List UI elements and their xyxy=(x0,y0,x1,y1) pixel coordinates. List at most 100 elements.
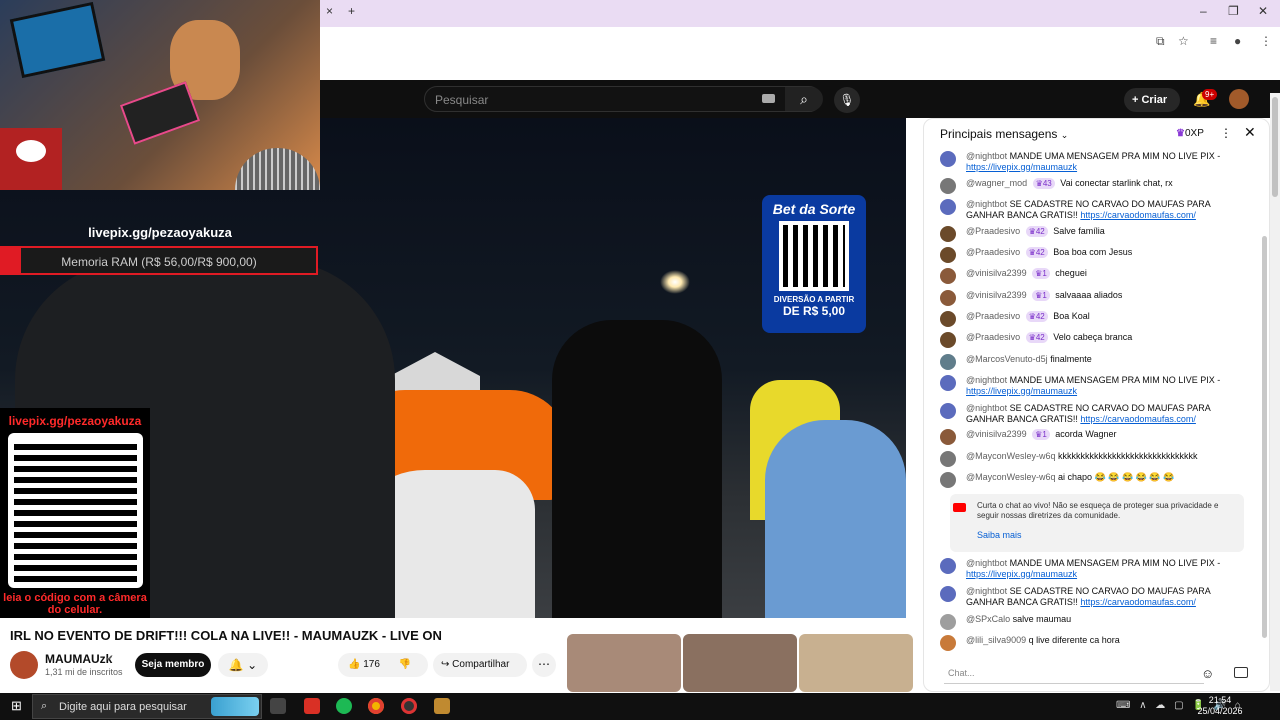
minimize-button[interactable]: – xyxy=(1200,4,1207,18)
search-button[interactable]: ⌕ xyxy=(785,87,823,111)
address-bar[interactable]: ⧉ ☆ ≡ ● ⋮ xyxy=(320,27,1280,57)
chat-author-name[interactable]: @MayconWesley-w6q xyxy=(966,472,1058,482)
chat-author-avatar[interactable] xyxy=(940,199,956,215)
dislike-icon[interactable]: 👎 xyxy=(399,659,411,670)
bookmark-star-icon[interactable]: ☆ xyxy=(1178,34,1189,48)
chat-author-name[interactable]: @MayconWesley-w6q xyxy=(966,451,1058,461)
chat-message-link[interactable]: https://livepix.gg/maumauzk xyxy=(966,569,1077,579)
chat-message-link[interactable]: https://carvaodomaufas.com/ xyxy=(1080,597,1196,607)
chat-author-avatar[interactable] xyxy=(940,586,956,602)
chat-author-name[interactable]: @Praadesivo xyxy=(966,311,1023,321)
chat-points-badge[interactable]: ♛0XP xyxy=(1176,128,1204,139)
account-avatar[interactable] xyxy=(1229,89,1249,109)
chat-author-avatar[interactable] xyxy=(940,558,956,574)
chat-author-avatar[interactable] xyxy=(940,332,956,348)
chat-author-name[interactable]: @vinisilva2399 xyxy=(966,268,1029,278)
chat-menu-icon[interactable]: ⋮ xyxy=(1220,126,1232,140)
restore-button[interactable]: ❐ xyxy=(1228,4,1239,18)
chat-author-name[interactable]: @nightbot xyxy=(966,199,1010,209)
chat-author-avatar[interactable] xyxy=(940,311,956,327)
chat-author-name[interactable]: @vinisilva2399 xyxy=(966,429,1029,439)
chat-message-body: @nightbot MANDE UMA MENSAGEM PRA MIM NO … xyxy=(966,375,1228,397)
share-button[interactable]: ↪ Compartilhar xyxy=(433,653,527,677)
chat-author-avatar[interactable] xyxy=(940,451,956,467)
notification-count-badge: 9+ xyxy=(1202,89,1218,100)
verified-icon: ✔ xyxy=(106,653,114,663)
channel-avatar[interactable] xyxy=(10,651,38,679)
chat-input[interactable]: Chat... xyxy=(944,664,1204,684)
related-thumbnail[interactable] xyxy=(567,634,681,692)
cast-icon[interactable]: ⧉ xyxy=(1156,34,1165,49)
chat-close-icon[interactable]: ✕ xyxy=(1244,124,1256,141)
related-thumbnail[interactable] xyxy=(799,634,913,692)
chat-author-name[interactable]: @lili_silva9009 xyxy=(966,635,1029,645)
channel-name[interactable]: MAUMAUzk xyxy=(45,652,112,666)
chat-author-name[interactable]: @Praadesivo xyxy=(966,226,1023,236)
media-icon[interactable]: ≡ xyxy=(1210,34,1217,48)
chat-author-name[interactable]: @nightbot xyxy=(966,586,1010,596)
chat-points: 0XP xyxy=(1184,128,1204,139)
subscribe-notification-button[interactable]: 🔔 ⌄ xyxy=(218,653,268,677)
windows-start-icon[interactable]: ⊞ xyxy=(11,698,22,714)
emoji-icon[interactable]: ☺ xyxy=(1201,666,1214,681)
chat-author-avatar[interactable] xyxy=(940,268,956,284)
browser-menu-icon[interactable]: ⋮ xyxy=(1260,34,1272,48)
chat-author-avatar[interactable] xyxy=(940,429,956,445)
chat-message-link[interactable]: https://carvaodomaufas.com/ xyxy=(1080,414,1196,424)
chrome-icon[interactable] xyxy=(368,698,384,714)
chat-scrollbar[interactable] xyxy=(1262,236,1267,638)
page-scrollbar[interactable] xyxy=(1270,93,1280,691)
search-box[interactable]: Pesquisar ⌕ xyxy=(424,86,823,112)
chat-author-avatar[interactable] xyxy=(940,635,956,651)
app-icon[interactable] xyxy=(304,698,320,714)
taskbar-clock[interactable]: 21:54 25/04/2026 xyxy=(1195,695,1245,717)
chat-author-name[interactable]: @nightbot xyxy=(966,403,1010,413)
chat-author-name[interactable]: @nightbot xyxy=(966,375,1010,385)
chat-message-body: @MarcosVenuto-d5j finalmente xyxy=(966,354,1228,365)
keyboard-icon[interactable] xyxy=(762,94,775,103)
chat-mode-dropdown[interactable]: Principais mensagens ⌄ xyxy=(940,127,1068,141)
chat-message-link[interactable]: https://livepix.gg/maumauzk xyxy=(966,162,1077,172)
more-actions-button[interactable]: ⋯ xyxy=(532,653,556,677)
new-tab-button[interactable]: + xyxy=(348,4,355,18)
chat-notice-text: Curta o chat ao vivo! Não se esqueça de … xyxy=(977,501,1219,520)
chat-author-avatar[interactable] xyxy=(940,354,956,370)
chat-author-avatar[interactable] xyxy=(940,375,956,391)
like-dislike-buttons[interactable]: 👍 176 👎 xyxy=(338,653,428,677)
chat-author-name[interactable]: @Praadesivo xyxy=(966,332,1023,342)
chat-author-avatar[interactable] xyxy=(940,614,956,630)
create-button[interactable]: + Criar xyxy=(1124,88,1180,112)
obs-icon[interactable] xyxy=(401,698,417,714)
chat-author-avatar[interactable] xyxy=(940,151,956,167)
chat-author-name[interactable]: @vinisilva2399 xyxy=(966,290,1029,300)
learn-more-link[interactable]: Saiba mais xyxy=(977,530,1022,540)
task-view-icon[interactable] xyxy=(270,698,286,714)
taskbar-search[interactable]: ⌕ Digite aqui para pesquisar xyxy=(32,694,262,719)
chat-message-link[interactable]: https://carvaodomaufas.com/ xyxy=(1080,210,1196,220)
chat-author-name[interactable]: @Praadesivo xyxy=(966,247,1023,257)
chat-message-link[interactable]: https://livepix.gg/maumauzk xyxy=(966,386,1077,396)
window-close-button[interactable]: ✕ xyxy=(1258,4,1268,18)
chat-author-name[interactable]: @nightbot xyxy=(966,151,1010,161)
chat-author-name[interactable]: @wagner_mod xyxy=(966,178,1030,188)
chat-author-name[interactable]: @SPxCalo xyxy=(966,614,1013,624)
like-icon[interactable]: 👍 xyxy=(348,659,360,670)
spotify-icon[interactable] xyxy=(336,698,352,714)
page-scrollbar-thumb[interactable] xyxy=(1272,97,1278,197)
chat-author-avatar[interactable] xyxy=(940,226,956,242)
chat-author-name[interactable]: @nightbot xyxy=(966,558,1010,568)
chat-author-avatar[interactable] xyxy=(940,290,956,306)
related-thumbnail[interactable] xyxy=(683,634,797,692)
super-chat-icon[interactable] xyxy=(1234,667,1248,678)
chat-author-avatar[interactable] xyxy=(940,178,956,194)
chat-author-avatar[interactable] xyxy=(940,472,956,488)
join-button[interactable]: Seja membro xyxy=(135,653,211,677)
tab-close-icon[interactable]: × xyxy=(326,4,333,18)
chat-author-avatar[interactable] xyxy=(940,247,956,263)
app-icon-2[interactable] xyxy=(434,698,450,714)
chat-author-name[interactable]: @MarcosVenuto-d5j xyxy=(966,354,1050,364)
profile-icon[interactable]: ● xyxy=(1234,34,1241,48)
chat-author-avatar[interactable] xyxy=(940,403,956,419)
microphone-icon[interactable]: 🎙 xyxy=(834,87,860,113)
search-input[interactable]: Pesquisar xyxy=(435,93,488,107)
